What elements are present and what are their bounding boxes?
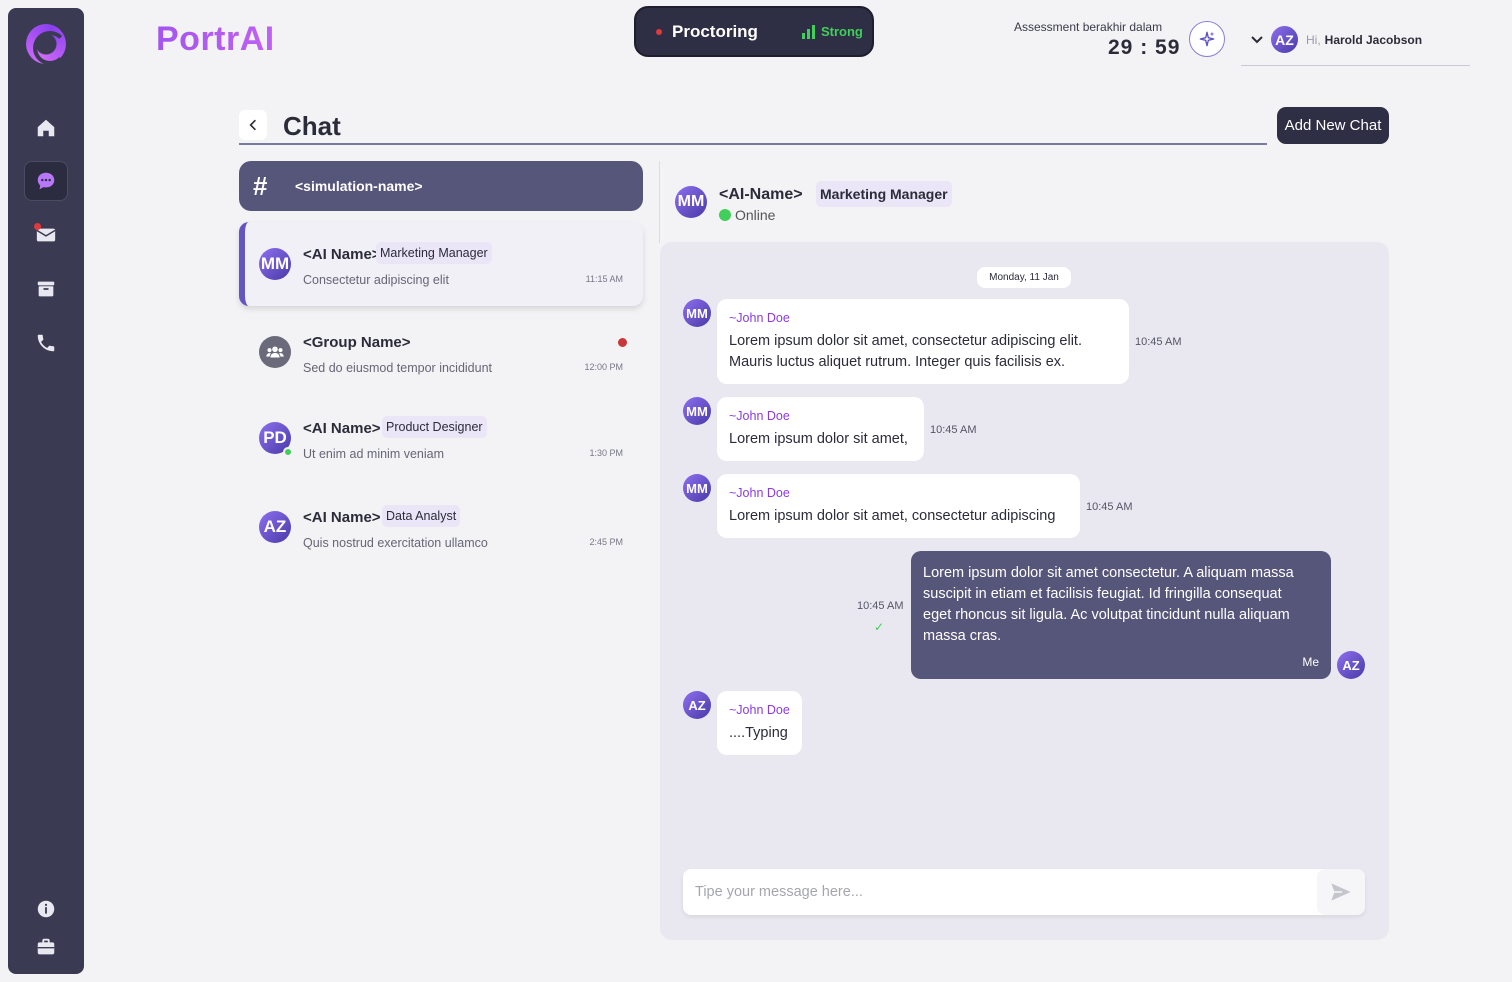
status-text: Online — [735, 207, 776, 223]
send-icon — [1331, 883, 1351, 901]
read-check-icon: ✓ — [874, 620, 885, 634]
chat-preview: Sed do eiusmod tempor incididunt — [303, 361, 493, 375]
message-time: 10:45 AM — [1135, 336, 1182, 348]
role-tag: Product Designer — [382, 416, 487, 438]
message-text: Lorem ipsum dolor sit amet, consectetur … — [729, 333, 1082, 370]
message-text: Lorem ipsum dolor sit amet consectetur. … — [923, 565, 1294, 644]
hash-icon: # — [253, 170, 268, 201]
chat-list-item[interactable]: AZ <AI Name> Data Analyst Quis nostrud e… — [239, 485, 643, 569]
online-status: Online — [719, 207, 775, 223]
role-tag: Marketing Manager — [376, 242, 492, 264]
signal-icon — [801, 24, 815, 39]
message-input[interactable] — [683, 869, 1313, 915]
message-composer — [683, 869, 1365, 915]
home-icon[interactable] — [24, 108, 68, 148]
unread-badge — [618, 338, 627, 347]
chat-list-item[interactable]: <Group Name> Sed do eiusmod tempor incid… — [239, 310, 643, 394]
chat-time: 11:15 AM — [585, 274, 623, 284]
message-time: 10:45 AM — [1086, 501, 1133, 513]
message-avatar: MM — [683, 474, 711, 502]
role-tag: Data Analyst — [382, 505, 461, 527]
group-icon — [259, 336, 291, 368]
chat-preview: Ut enim ad minim veniam — [303, 447, 445, 461]
send-button[interactable] — [1317, 869, 1365, 915]
ai-assist-button[interactable] — [1189, 21, 1225, 57]
add-new-chat-button[interactable]: Add New Chat — [1277, 107, 1389, 144]
sidebar — [8, 8, 84, 974]
chat-time: 2:45 PM — [589, 537, 623, 547]
my-avatar: AZ — [1337, 651, 1365, 679]
title-divider — [239, 143, 1267, 145]
greeting: Hi, — [1306, 33, 1321, 47]
panel-divider — [659, 161, 660, 243]
phone-icon[interactable] — [24, 323, 68, 363]
date-separator: Monday, 11 Jan — [977, 267, 1071, 288]
chat-list-item[interactable]: PD <AI Name> Product Designer Ut enim ad… — [239, 396, 643, 480]
message-sender: ~John Doe — [729, 409, 790, 423]
proctoring-label: Proctoring — [672, 21, 758, 41]
sparkle-icon — [1199, 31, 1215, 47]
avatar: AZ — [259, 511, 291, 543]
message-bubble: ~John Doe Lorem ipsum dolor sit amet, co… — [717, 299, 1129, 384]
message-bubble: ~John Doe Lorem ipsum dolor sit amet, co… — [717, 474, 1080, 538]
my-message-bubble: Lorem ipsum dolor sit amet consectetur. … — [911, 551, 1331, 679]
chat-name: <AI Name> — [303, 509, 381, 526]
recording-icon — [656, 28, 662, 35]
message-sender: ~John Doe — [729, 311, 790, 325]
chat-list-item[interactable]: MM <AI Name> Marketing Manager Consectet… — [239, 222, 643, 306]
message-avatar: MM — [683, 397, 711, 425]
mail-icon[interactable] — [24, 215, 68, 255]
app-logo[interactable] — [26, 24, 67, 65]
user-avatar: AZ — [1271, 26, 1298, 53]
chat-preview: Quis nostrud exercitation ullamco — [303, 536, 488, 550]
signal-strength: Strong — [820, 24, 863, 39]
me-label: Me — [1302, 655, 1319, 669]
chat-name: <Group Name> — [303, 334, 411, 351]
simulation-name: <simulation-name> — [295, 178, 423, 194]
message-avatar: MM — [683, 299, 711, 327]
archive-icon[interactable] — [24, 269, 68, 309]
back-button[interactable] — [239, 110, 267, 140]
chevron-left-icon — [249, 119, 256, 131]
avatar: MM — [259, 248, 291, 280]
brand-logo: PortrAI — [156, 20, 275, 58]
proctoring-status: Proctoring Strong — [634, 6, 874, 57]
briefcase-icon[interactable] — [24, 927, 68, 967]
chat-name: <AI Name> — [303, 246, 381, 263]
conversation-avatar: MM — [675, 186, 707, 218]
message-bubble: ~John Doe Lorem ipsum dolor sit amet, — [717, 397, 924, 461]
message-time: 10:45 AM — [857, 600, 904, 612]
typing-bubble: ~John Doe ....Typing — [717, 691, 802, 755]
user-name: Harold Jacobson — [1324, 33, 1423, 47]
message-sender: ~John Doe — [729, 486, 790, 500]
mail-badge — [34, 223, 41, 230]
assessment-timer: 29 : 59 — [1108, 36, 1181, 59]
chevron-down-icon[interactable] — [1247, 30, 1267, 50]
conversation-name: <AI-Name> — [719, 186, 803, 203]
chat-icon[interactable] — [24, 161, 68, 201]
online-indicator — [719, 209, 731, 221]
chat-name: <AI Name> — [303, 420, 381, 437]
conversation-role-tag: Marketing Manager — [816, 181, 952, 207]
page-title: Chat — [283, 111, 341, 141]
info-icon[interactable] — [24, 889, 68, 929]
message-text: Lorem ipsum dolor sit amet, — [729, 431, 908, 447]
message-text: Lorem ipsum dolor sit amet, consectetur … — [729, 508, 1056, 524]
assessment-label: Assessment berakhir dalam — [1014, 20, 1163, 34]
chat-time: 12:00 PM — [584, 362, 623, 372]
simulation-header[interactable]: # <simulation-name> — [239, 161, 643, 211]
message-time: 10:45 AM — [930, 424, 977, 436]
message-avatar: AZ — [683, 691, 711, 719]
chat-preview: Consectetur adipiscing elit — [303, 273, 449, 287]
online-indicator — [283, 447, 293, 457]
chat-time: 1:30 PM — [589, 448, 623, 458]
user-menu[interactable]: AZ Hi, Harold Jacobson — [1241, 22, 1470, 66]
typing-indicator: ....Typing — [729, 725, 788, 741]
message-sender: ~John Doe — [729, 703, 790, 717]
